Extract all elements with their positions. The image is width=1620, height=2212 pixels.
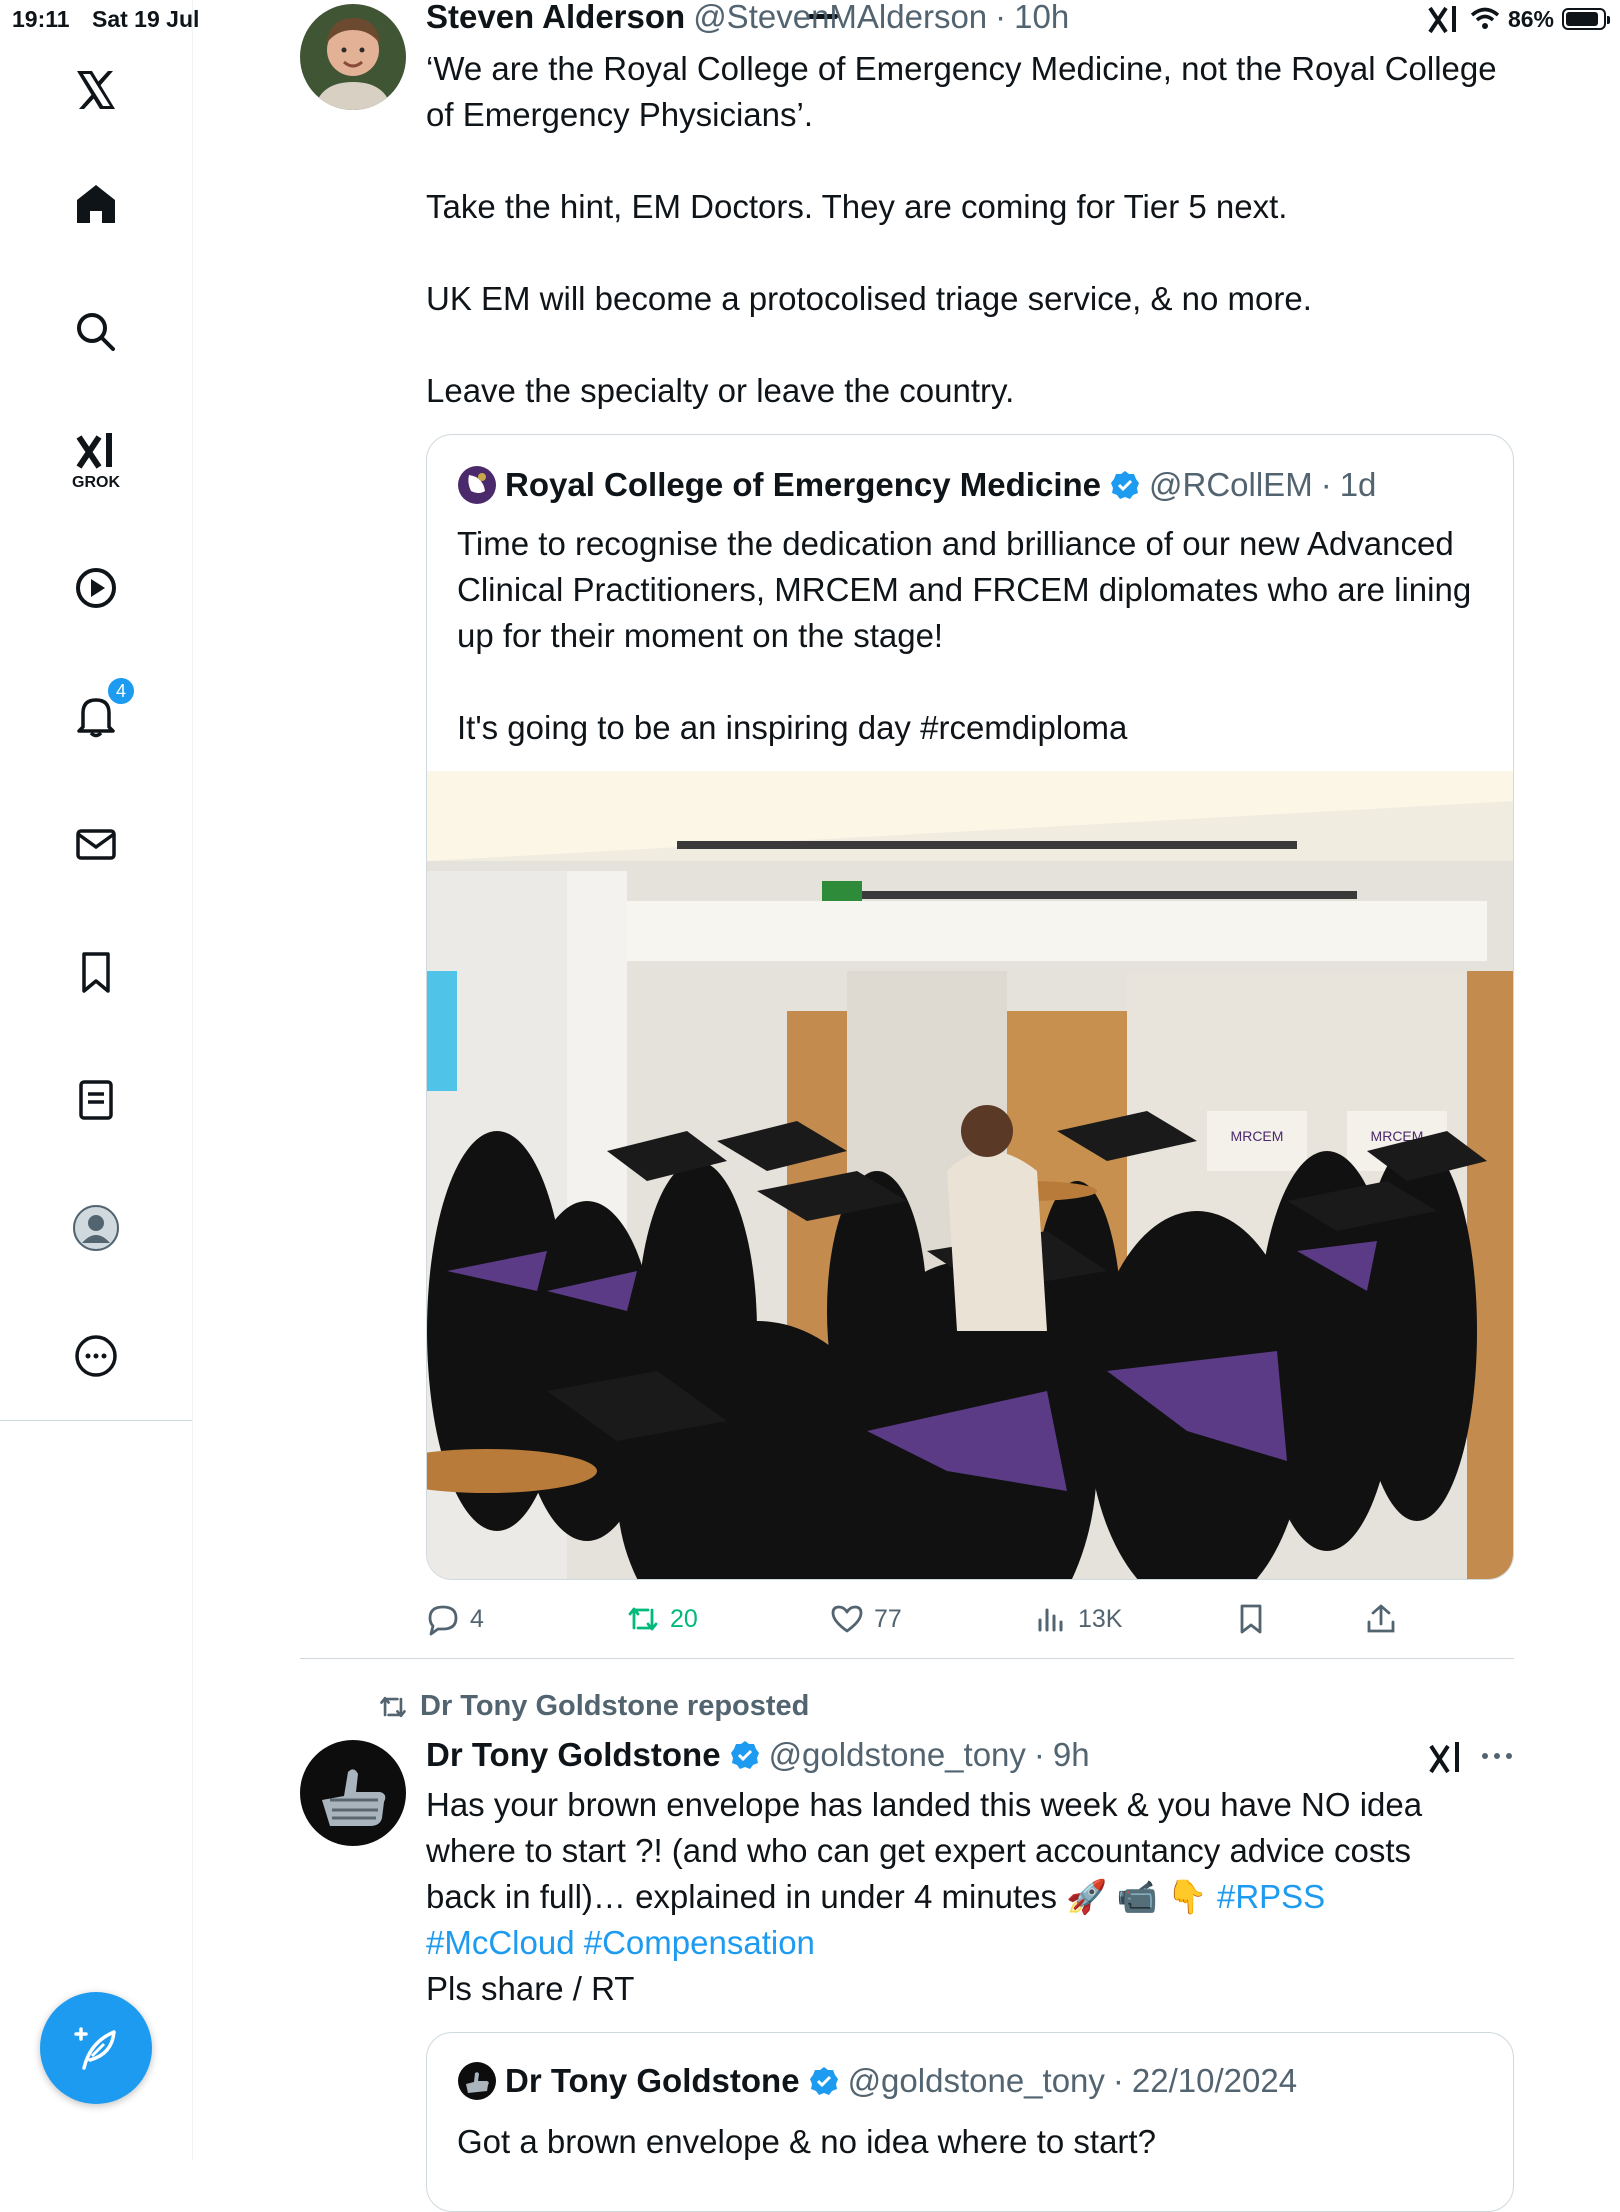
dot-separator: · (1033, 1736, 1045, 1773)
notifications-bell-icon[interactable]: 4 (64, 676, 136, 748)
tweet-line-3: back in full)… explained in under 4 minu… (426, 1874, 1536, 1920)
bookmark-button[interactable] (1234, 1602, 1268, 1636)
photo-sign-mrcem-1: MRCEM (1231, 1128, 1284, 1144)
wifi-icon (1470, 7, 1500, 29)
more-menu-icon[interactable] (1480, 1750, 1514, 1762)
tweet-header: Steven Alderson @StevenMAlderson · 10h (426, 0, 1069, 36)
tweet-line: Pls share / RT (426, 1970, 635, 2007)
views-count: 13K (1078, 1604, 1123, 1633)
share-icon (1367, 1604, 1395, 1633)
repost-indicator-icon (380, 1696, 406, 1717)
quoted-tweet-header: Royal College of Emergency Medicine @RCo… (457, 465, 1376, 505)
post-time[interactable]: 10h (1014, 0, 1069, 36)
x-logo-icon[interactable] (64, 58, 128, 122)
like-button[interactable]: 77 (830, 1602, 902, 1636)
reply-button[interactable]: 4 (426, 1602, 484, 1636)
avatar-steven-alderson[interactable] (300, 4, 406, 110)
quoted-post-time: 1d (1339, 466, 1377, 503)
messages-envelope-icon[interactable] (64, 812, 128, 876)
compose-feather-icon (74, 2027, 116, 2070)
author-name[interactable]: Dr Tony Goldstone (426, 1736, 721, 1774)
tweet-line-text: back in full)… explained in under 4 minu… (426, 1878, 1208, 1915)
grok-mini-icon[interactable] (1428, 4, 1462, 34)
views-chart-icon (1038, 1608, 1063, 1632)
video-icon[interactable] (64, 556, 128, 620)
author-handle[interactable]: @StevenMAlderson (693, 0, 987, 36)
dot-separator: · (1320, 466, 1332, 503)
reply-icon (428, 1605, 458, 1636)
graduation-photo[interactable]: MRCEM MRCEM (427, 771, 1513, 1579)
tweet-header: Dr Tony Goldstone @goldstone_tony · 9h (426, 1736, 1090, 1774)
quoted-author-name[interactable]: Royal College of Emergency Medicine (505, 466, 1101, 504)
quoted-tweet-rcem[interactable]: Royal College of Emergency Medicine @RCo… (426, 434, 1514, 1580)
tweet-text: ‘We are the Royal College of Emergency M… (426, 46, 1526, 414)
bookmark-icon (1240, 1604, 1262, 1634)
post-time[interactable]: 9h (1053, 1736, 1090, 1774)
goldstone-small-avatar-icon[interactable] (457, 2061, 497, 2101)
author-handle[interactable]: @goldstone_tony (769, 1736, 1026, 1774)
tweet-line-4: #McCloud #Compensation (426, 1920, 1536, 1966)
tweet-text: Has your brown envelope has landed this … (426, 1782, 1536, 2012)
like-count: 77 (874, 1604, 902, 1633)
quoted-author-handle[interactable]: @RCollEM (1149, 466, 1313, 504)
tweet-paragraph: Take the hint, EM Doctors. They are comi… (426, 188, 1288, 225)
reply-count: 4 (470, 1604, 484, 1633)
quoted-tweet-goldstone[interactable]: Dr Tony Goldstone @goldstone_tony · 22/1… (426, 2032, 1514, 2212)
tweet-paragraph: UK EM will become a protocolised triage … (426, 280, 1312, 317)
hashtag-rpss[interactable]: #RPSS (1217, 1878, 1325, 1915)
quoted-tweet-header: Dr Tony Goldstone @goldstone_tony · 22/1… (457, 2061, 1297, 2101)
tweet-paragraph: ‘We are the Royal College of Emergency M… (426, 50, 1497, 133)
grok-icon[interactable]: GROK (64, 420, 128, 491)
search-icon[interactable] (64, 300, 128, 364)
sidebar: GROK 4 (0, 0, 193, 2160)
verified-badge-icon (809, 2067, 838, 2095)
quoted-tweet-text: Got a brown envelope & no idea where to … (457, 2123, 1156, 2160)
repost-indicator: Dr Tony Goldstone reposted (376, 1690, 809, 1723)
tweet-paragraph: Leave the specialty or leave the country… (426, 372, 1015, 409)
tweet-line: where to start ?! (and who can get exper… (426, 1832, 1412, 1869)
battery-icon (1562, 8, 1610, 30)
sidebar-divider (0, 1420, 192, 1421)
home-icon[interactable] (64, 172, 128, 236)
verified-badge-icon (1111, 471, 1139, 499)
lists-icon[interactable] (64, 1068, 128, 1132)
rcem-avatar-icon[interactable] (457, 465, 497, 505)
status-indicators: 86% (1428, 4, 1610, 34)
repost-label[interactable]: Dr Tony Goldstone reposted (420, 1690, 809, 1723)
bookmarks-icon[interactable] (64, 940, 128, 1004)
avatar-tony-goldstone[interactable] (300, 1740, 406, 1846)
repost-button[interactable]: 20 (626, 1602, 698, 1636)
heart-icon (831, 1605, 863, 1633)
battery-percent: 86% (1507, 5, 1554, 32)
quoted-paragraph: It's going to be an inspiring day #rcemd… (457, 709, 1128, 746)
tweet-line: Has your brown envelope has landed this … (426, 1786, 1423, 1823)
tweet-divider (300, 1658, 1514, 1659)
views-button[interactable]: 13K (1034, 1602, 1122, 1636)
grok-explain-icon[interactable] (1428, 1740, 1464, 1774)
author-name[interactable]: Steven Alderson (426, 0, 685, 36)
compose-post-button[interactable] (40, 1992, 152, 2104)
repost-count: 20 (670, 1604, 698, 1633)
quoted-author-name[interactable]: Dr Tony Goldstone (505, 2062, 800, 2100)
quoted-tweet-text: Time to recognise the dedication and bri… (457, 521, 1477, 751)
share-button[interactable] (1364, 1602, 1398, 1636)
dot-separator: · (1112, 2062, 1124, 2099)
repost-icon (628, 1607, 658, 1631)
verified-badge-icon (730, 1741, 759, 1769)
profile-avatar-icon[interactable] (64, 1196, 128, 1260)
more-options-icon[interactable] (64, 1324, 128, 1388)
grok-label: GROK (72, 474, 120, 491)
quoted-post-date: 22/10/2024 (1131, 2062, 1298, 2099)
quoted-paragraph: Time to recognise the dedication and bri… (457, 525, 1472, 654)
hashtag-compensation[interactable]: #Compensation (584, 1924, 815, 1961)
dot-separator: · (995, 0, 1007, 35)
quoted-author-handle[interactable]: @goldstone_tony (848, 2062, 1105, 2100)
notifications-badge: 4 (106, 676, 136, 706)
hashtag-mccloud[interactable]: #McCloud (426, 1924, 575, 1961)
